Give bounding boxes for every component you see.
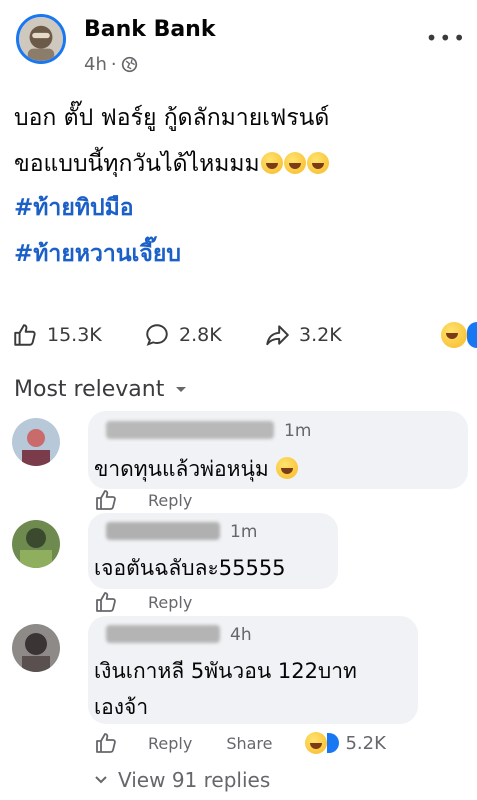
comment-time[interactable]: 1m (284, 421, 311, 441)
like-icon (14, 324, 36, 346)
author-name[interactable]: Bank Bank (84, 17, 215, 42)
reply-button[interactable]: Reply (148, 491, 192, 510)
engagement-bar: 15.3K 2.8K 3.2K (12, 322, 477, 358)
share-button[interactable]: Share (226, 734, 272, 753)
like-reaction-icon (327, 733, 340, 753)
author-avatar[interactable] (16, 14, 66, 64)
commenter-name-blurred[interactable] (106, 421, 274, 439)
like-icon[interactable] (94, 731, 118, 755)
grin-emoji-icon (283, 152, 306, 174)
commenter-name-blurred[interactable] (106, 522, 220, 540)
share-button[interactable]: 3.2K (264, 322, 342, 348)
comment-button[interactable]: 2.8K (144, 322, 222, 348)
reactions-count: 5.2K (345, 732, 386, 754)
like-icon[interactable] (94, 590, 118, 614)
post-meta: 4h · (84, 54, 138, 75)
commenter-avatar[interactable] (12, 624, 60, 672)
comment-actions: Reply (94, 590, 192, 614)
grin-emoji-icon (260, 152, 283, 174)
post-text-line2: ขอแบบนี้ทุกวันได้ไหมมม (14, 146, 329, 182)
chevron-down-icon (95, 776, 107, 784)
comment-time[interactable]: 1m (230, 522, 257, 542)
more-icon[interactable]: ••• (426, 26, 467, 50)
like-icon[interactable] (94, 488, 118, 512)
chevron-down-icon (176, 386, 187, 392)
reaction-icons[interactable] (440, 322, 477, 348)
comment-sort-dropdown[interactable]: Most relevant (14, 377, 188, 402)
comment-actions: Reply Share 5.2K (94, 731, 414, 755)
globe-icon (121, 56, 137, 73)
comment-reactions[interactable]: 5.2K (304, 732, 386, 754)
comment-text: เจอตันฉลับละ55555 (94, 556, 286, 580)
hashtag-link-2[interactable]: #ท้ายหวานเจี๊ยบ (14, 236, 181, 272)
likes-count: 15.3K (47, 324, 102, 346)
haha-emoji-icon (441, 322, 467, 348)
comment-actions: Reply (94, 488, 192, 512)
comments-count: 2.8K (179, 324, 222, 346)
grin-emoji-icon (306, 152, 329, 174)
like-reaction-icon (467, 322, 477, 348)
haha-emoji-icon (276, 457, 299, 479)
reply-button[interactable]: Reply (148, 734, 192, 753)
post-text-line2-text: ขอแบบนี้ทุกวันได้ไหมมม (14, 151, 260, 177)
view-replies-label: View 91 replies (118, 768, 271, 792)
post-text-line1: บอก ตั๊ป ฟอร์ยู กู้ดลักมายเฟรนด์ (14, 105, 330, 131)
comment-text-line2: เองจ้า (94, 695, 149, 719)
comment-text-content: ขาดทุนแล้วพ่อหนุ่ม (94, 457, 269, 481)
haha-emoji-icon (305, 732, 328, 754)
view-replies-button[interactable]: View 91 replies (94, 768, 270, 792)
sort-label: Most relevant (14, 377, 165, 402)
reply-button[interactable]: Reply (148, 593, 192, 612)
comment-text: ขาดทุนแล้วพ่อหนุ่ม (94, 453, 299, 486)
comment-text-line1: เงินเกาหลี 5พันวอน 122บาท (94, 659, 357, 683)
share-icon (266, 325, 289, 346)
comment-time[interactable]: 4h (230, 625, 252, 645)
post-time[interactable]: 4h (84, 54, 107, 75)
commenter-avatar[interactable] (12, 418, 60, 466)
commenter-avatar[interactable] (12, 520, 60, 568)
meta-separator: · (110, 54, 117, 75)
like-button[interactable]: 15.3K (12, 322, 102, 348)
hashtag-link-1[interactable]: #ท้ายทิปมือ (14, 190, 134, 226)
comment-icon (146, 324, 168, 346)
commenter-name-blurred[interactable] (106, 625, 220, 643)
shares-count: 3.2K (299, 324, 342, 346)
